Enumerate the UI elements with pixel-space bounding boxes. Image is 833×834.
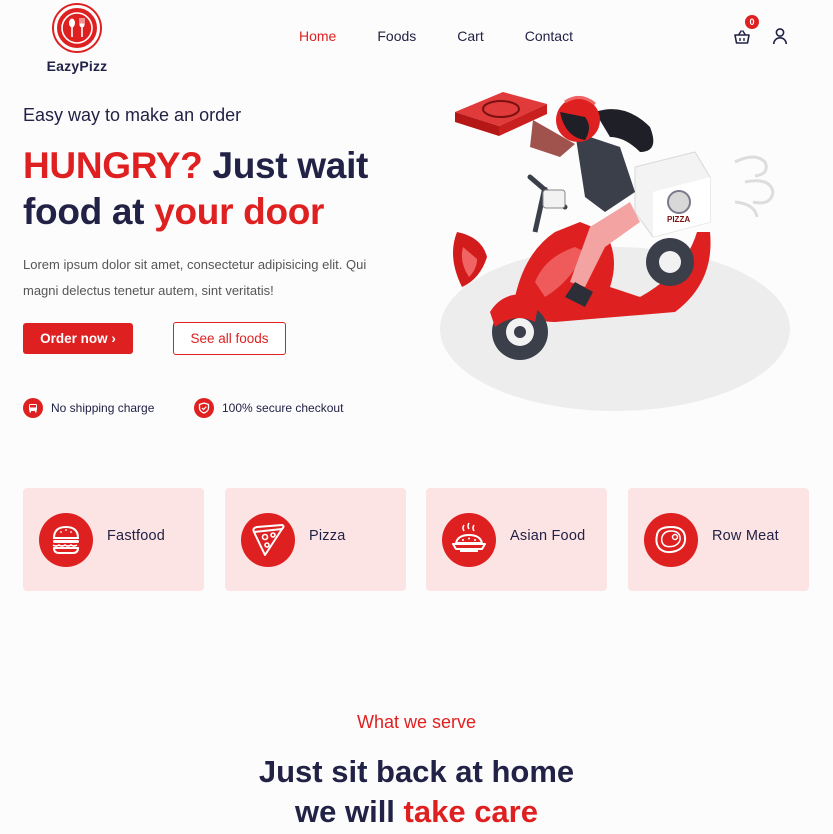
order-now-button[interactable]: Order now › — [23, 323, 133, 354]
serve-title-we-will: we will — [295, 794, 404, 829]
svg-text:PIZZA: PIZZA — [667, 215, 690, 224]
car-icon — [23, 398, 43, 418]
serve-section-tag: What we serve — [356, 712, 477, 732]
category-label: Row Meat — [712, 528, 779, 544]
pizza-slice-icon — [241, 513, 295, 567]
shield-check-icon — [194, 398, 214, 418]
category-card-asian-food[interactable]: Asian Food — [426, 488, 607, 591]
hero-title-just-wait: Just wait — [202, 145, 369, 186]
basket-icon[interactable] — [733, 28, 751, 46]
category-card-row-meat[interactable]: Row Meat — [628, 488, 809, 591]
category-label: Pizza — [309, 528, 346, 544]
user-icon[interactable] — [771, 27, 789, 45]
category-card-pizza[interactable]: Pizza — [225, 488, 406, 591]
nav-contact[interactable]: Contact — [525, 28, 573, 44]
nav-home[interactable]: Home — [299, 28, 336, 44]
serve-title-take-care: take care — [403, 794, 538, 829]
category-card-fastfood[interactable]: Fastfood — [23, 488, 204, 591]
hero-description: Lorem ipsum dolor sit amet, consectetur … — [23, 257, 367, 298]
hero-subtitle: Easy way to make an order — [23, 105, 242, 125]
serve-title-line1: Just sit back at home — [258, 754, 575, 789]
hero-title-hungry: HUNGRY? — [23, 145, 203, 186]
serve-section-title: Just sit back at home we will take care — [0, 752, 833, 832]
hero-title-food-at: food at — [23, 191, 155, 232]
brand-name: EazyPizz — [46, 58, 108, 74]
perk-secure-checkout: 100% secure checkout — [194, 398, 343, 418]
spoon-fork-logo-icon — [54, 5, 100, 51]
main-nav: Home Foods Cart Contact — [299, 28, 573, 44]
nav-cart[interactable]: Cart — [457, 28, 483, 44]
see-all-foods-button[interactable]: See all foods — [173, 322, 286, 355]
nav-foods[interactable]: Foods — [377, 28, 416, 44]
site-header: EazyPizz Home Foods Cart Contact 0 — [0, 0, 833, 82]
perk-label: No shipping charge — [51, 401, 155, 415]
hero-title-your-door: your door — [154, 191, 325, 232]
pizza-delivery-scooter-illustration: PIZZA — [440, 92, 790, 411]
cart-count-badge: 0 — [745, 15, 759, 29]
perk-no-shipping: No shipping charge — [23, 398, 154, 418]
brand-logo[interactable]: EazyPizz — [44, 5, 110, 74]
hero-title: HUNGRY? Just wait food at your door — [23, 143, 368, 235]
category-label: Asian Food — [510, 528, 586, 544]
asian-dish-icon — [442, 513, 496, 567]
category-label: Fastfood — [107, 528, 166, 544]
meat-steak-icon — [644, 513, 698, 567]
burger-icon — [39, 513, 93, 567]
perk-label: 100% secure checkout — [222, 401, 344, 415]
